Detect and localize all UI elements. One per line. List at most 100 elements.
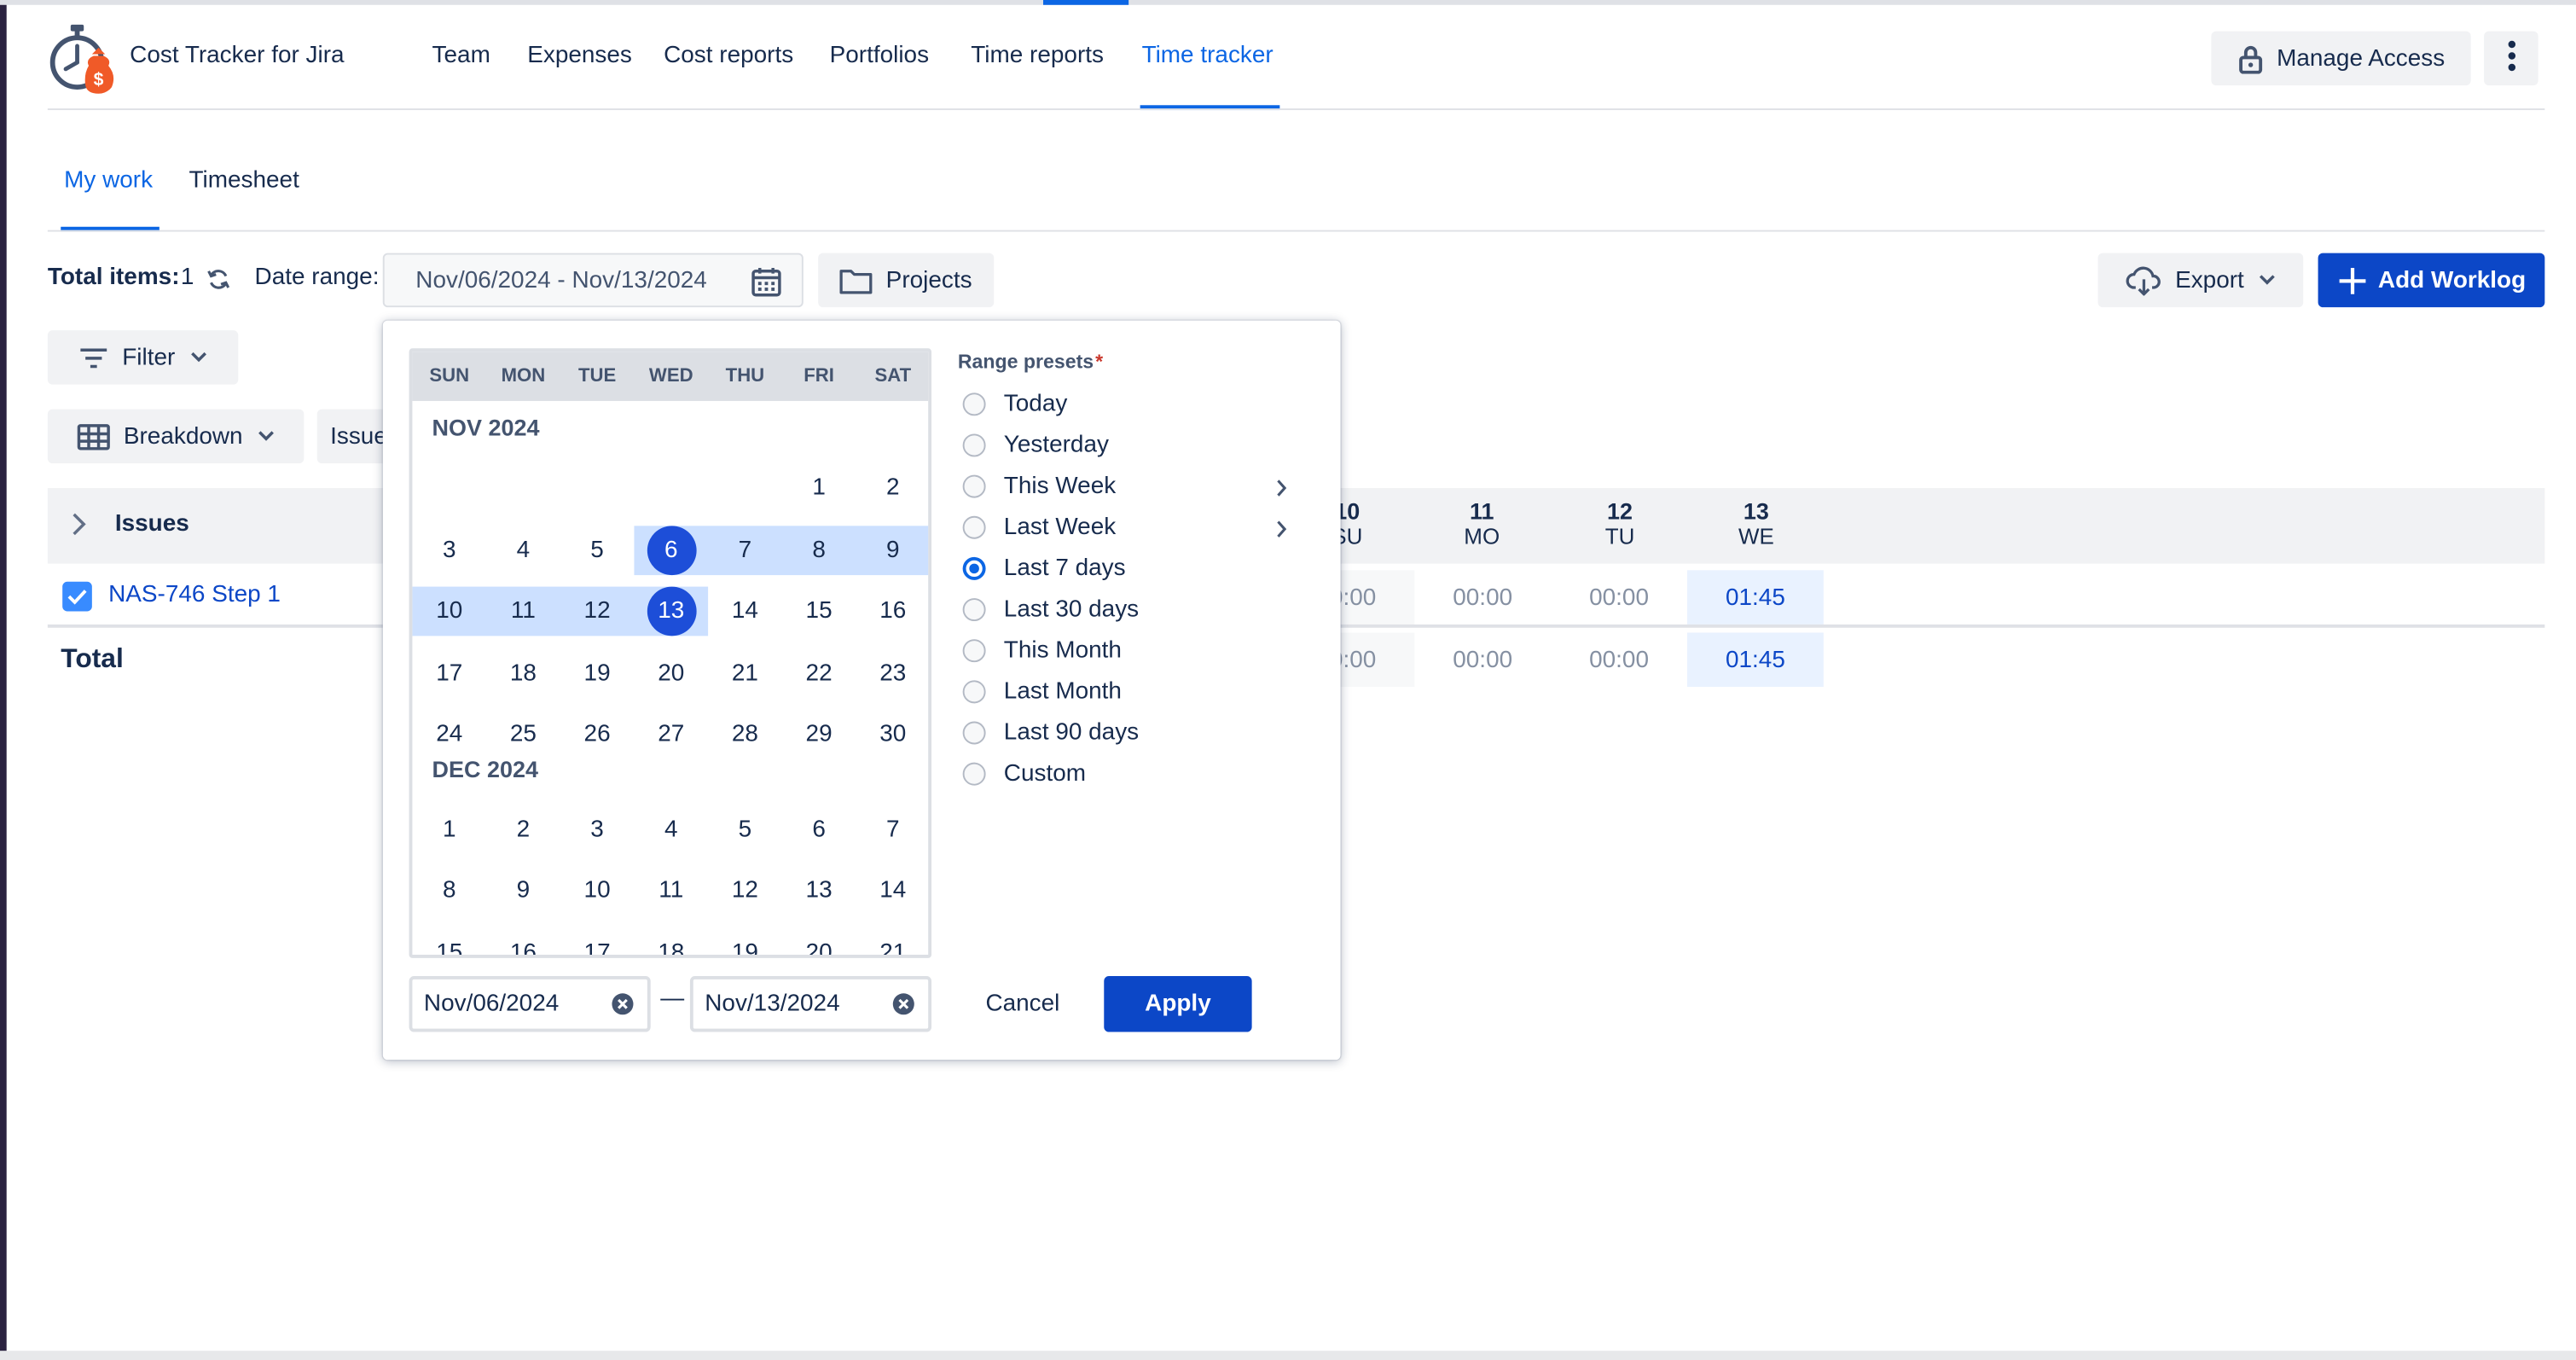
export-button[interactable]: Export — [2097, 253, 2304, 308]
calendar-day[interactable]: 3 — [560, 805, 635, 854]
calendar-day[interactable]: 12 — [708, 866, 782, 915]
calendar-day[interactable]: 11 — [634, 866, 708, 915]
preset-option[interactable]: This Month — [962, 634, 1122, 667]
calendar-day[interactable]: 27 — [634, 710, 708, 759]
calendar-day[interactable]: 2 — [486, 805, 560, 854]
calendar-day[interactable]: 29 — [782, 710, 856, 759]
nav-team[interactable]: Team — [432, 43, 490, 69]
cancel-button[interactable]: Cancel — [967, 976, 1077, 1032]
radio-button[interactable] — [962, 721, 986, 745]
radio-button[interactable] — [962, 392, 986, 416]
time-cell[interactable]: 00:00 — [1551, 570, 1687, 625]
nav-time-reports[interactable]: Time reports — [971, 43, 1104, 69]
manage-access-button[interactable]: Manage Access — [2211, 31, 2471, 86]
time-cell[interactable]: 01:45 — [1687, 570, 1824, 625]
preset-option[interactable]: This Week — [962, 470, 1116, 503]
tab-my-work[interactable]: My work — [64, 167, 153, 194]
calendar-day[interactable]: 20 — [782, 927, 856, 955]
calendar-day[interactable]: 16 — [486, 927, 560, 955]
apply-button[interactable]: Apply — [1104, 976, 1252, 1032]
row-checkbox[interactable] — [62, 581, 92, 612]
calendar-day[interactable]: 17 — [412, 648, 486, 698]
calendar-day[interactable]: 5 — [708, 805, 782, 854]
calendar-day[interactable]: 21 — [856, 927, 928, 955]
preset-option[interactable]: Last 90 days — [962, 717, 1139, 750]
calendar-day[interactable]: 10 — [560, 866, 635, 915]
date-range-field[interactable]: Nov/06/2024 - Nov/13/2024 — [382, 253, 804, 308]
calendar-day[interactable]: 30 — [856, 710, 928, 759]
chevron-right-icon[interactable] — [71, 513, 87, 544]
issue-link[interactable]: NAS-746 Step 1 — [108, 582, 281, 608]
calendar-day[interactable]: 17 — [560, 927, 635, 955]
radio-button[interactable] — [962, 639, 986, 663]
calendar-day[interactable]: 18 — [634, 927, 708, 955]
more-actions-button[interactable] — [2484, 31, 2538, 86]
nav-time-tracker[interactable]: Time tracker — [1142, 43, 1273, 69]
calendar-day[interactable]: 2 — [856, 463, 928, 513]
nav-expenses[interactable]: Expenses — [527, 43, 632, 69]
time-cell[interactable]: 00:00 — [1414, 570, 1551, 625]
preset-option[interactable]: Custom — [962, 758, 1086, 791]
calendar-day[interactable]: 6 — [782, 805, 856, 854]
radio-button[interactable] — [962, 556, 986, 580]
calendar-day[interactable]: 15 — [782, 587, 856, 636]
filter-button[interactable]: Filter — [47, 330, 239, 385]
preset-option[interactable]: Today — [962, 388, 1067, 421]
clear-icon[interactable] — [892, 992, 915, 1022]
radio-button[interactable] — [962, 762, 986, 786]
calendar-day[interactable]: 1 — [412, 805, 486, 854]
calendar-day[interactable]: 22 — [782, 648, 856, 698]
radio-button[interactable] — [962, 474, 986, 498]
calendar-day[interactable]: 13 — [634, 586, 708, 636]
preset-option[interactable]: Last Week — [962, 511, 1116, 544]
calendar-day[interactable]: 4 — [634, 805, 708, 854]
radio-button[interactable] — [962, 433, 986, 457]
chevron-right-icon[interactable] — [1275, 477, 1288, 507]
breakdown-button[interactable]: Breakdown — [47, 409, 305, 464]
preset-option[interactable]: Last 7 days — [962, 552, 1126, 585]
radio-button[interactable] — [962, 515, 986, 539]
calendar-day[interactable]: 15 — [412, 927, 486, 955]
projects-button[interactable]: Projects — [818, 253, 995, 308]
calendar-day[interactable]: 6 — [634, 525, 708, 575]
calendar-day[interactable]: 28 — [708, 710, 782, 759]
calendar-day[interactable]: 16 — [856, 587, 928, 636]
preset-option[interactable]: Yesterday — [962, 429, 1109, 462]
calendar-day[interactable]: 13 — [782, 866, 856, 915]
calendar-day[interactable]: 25 — [486, 710, 560, 759]
start-date-input[interactable]: Nov/06/2024 — [409, 976, 651, 1032]
calendar-day[interactable]: 1 — [782, 463, 856, 513]
calendar-day[interactable]: 24 — [412, 710, 486, 759]
calendar-day[interactable]: 12 — [560, 587, 635, 636]
calendar-day[interactable]: 21 — [708, 648, 782, 698]
calendar-day[interactable]: 11 — [486, 587, 560, 636]
calendar-day[interactable]: 23 — [856, 648, 928, 698]
calendar-day[interactable]: 4 — [486, 525, 560, 574]
calendar-day[interactable]: 7 — [856, 805, 928, 854]
calendar-day[interactable]: 10 — [412, 587, 486, 636]
calendar-day[interactable]: 26 — [560, 710, 635, 759]
calendar-day[interactable]: 9 — [856, 525, 928, 574]
chevron-right-icon[interactable] — [1275, 518, 1288, 548]
nav-cost-reports[interactable]: Cost reports — [664, 43, 793, 69]
calendar-day[interactable]: 5 — [560, 525, 635, 574]
end-date-input[interactable]: Nov/13/2024 — [689, 976, 932, 1032]
calendar-day[interactable]: 18 — [486, 648, 560, 698]
preset-option[interactable]: Last Month — [962, 676, 1122, 709]
calendar-day[interactable]: 20 — [634, 648, 708, 698]
calendar-day[interactable]: 19 — [708, 927, 782, 955]
calendar-day[interactable]: 14 — [856, 866, 928, 915]
calendar-day[interactable]: 9 — [486, 866, 560, 915]
radio-button[interactable] — [962, 598, 986, 622]
nav-portfolios[interactable]: Portfolios — [830, 43, 929, 69]
calendar-day[interactable]: 19 — [560, 648, 635, 698]
calendar-day[interactable]: 8 — [412, 866, 486, 915]
clear-icon[interactable] — [611, 992, 634, 1022]
radio-button[interactable] — [962, 680, 986, 704]
tab-timesheet[interactable]: Timesheet — [189, 167, 299, 194]
calendar-day[interactable]: 14 — [708, 587, 782, 636]
refresh-icon[interactable] — [207, 268, 230, 298]
calendar-day[interactable]: 3 — [412, 525, 486, 574]
add-worklog-button[interactable]: Add Worklog — [2318, 253, 2545, 308]
calendar-day[interactable]: 7 — [708, 525, 782, 574]
